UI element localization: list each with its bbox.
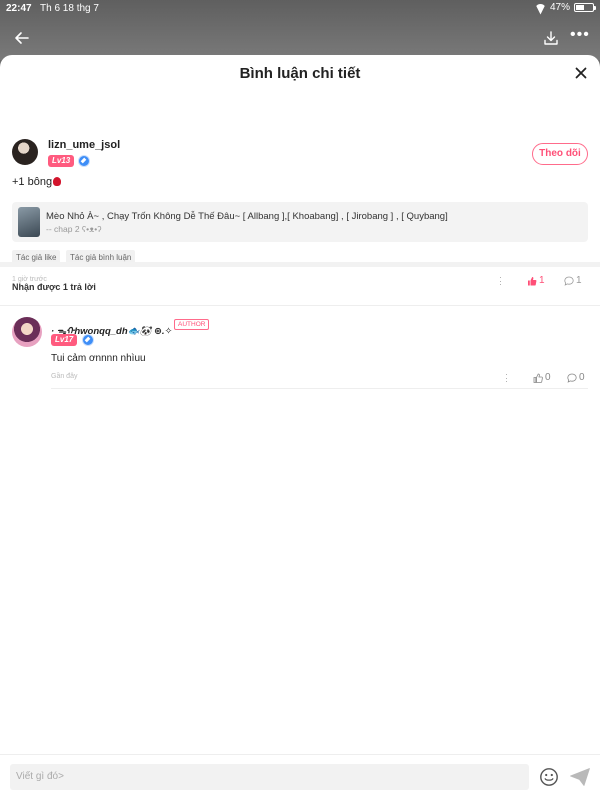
avatar[interactable] [12, 139, 38, 165]
close-icon[interactable] [574, 66, 588, 80]
story-chapter: -- chap 2 ʕ•ᴥ•ʔ [46, 224, 102, 234]
download-icon[interactable] [542, 29, 560, 47]
reply-icon[interactable] [564, 276, 574, 286]
reply-thumbs-up-icon[interactable] [533, 373, 543, 383]
author-badge: AUTHOR [174, 319, 210, 330]
status-date: Th 6 18 thg 7 [40, 3, 99, 14]
comment-text: +1 bông [12, 176, 62, 188]
reply-meta-row: Gần đây 0 0 [51, 372, 588, 385]
reply-text: Tui cảm ơnnnn nhìuu [51, 353, 146, 364]
sheet-header: Bình luận chi tiết [0, 55, 600, 91]
send-icon[interactable] [569, 767, 591, 787]
sheet-title: Bình luận chi tiết [239, 65, 361, 82]
battery-percent: 47% [549, 2, 570, 13]
reply-reply-icon[interactable] [567, 373, 577, 383]
story-card[interactable]: Mèo Nhỏ À~ , Chạy Trốn Không Dễ Thế Đâu~… [12, 202, 588, 242]
status-time: 22:47 [6, 3, 32, 14]
follow-button[interactable]: Theo dõi [532, 143, 588, 165]
reply-count: 1 [576, 275, 582, 286]
story-title: Mèo Nhỏ À~ , Chạy Trốn Không Dễ Thế Đâu~… [46, 211, 448, 222]
like-count: 1 [539, 275, 545, 286]
comment-input[interactable]: Viết gì đó> [10, 764, 529, 790]
section-divider [0, 262, 600, 267]
replies-count-heading: Nhận được 1 trả lời [12, 282, 96, 292]
background-toolbar: ••• [0, 26, 600, 50]
emoji-icon[interactable] [539, 767, 559, 787]
reply-timestamp: Gần đây [51, 373, 78, 380]
reply-more-vertical-icon[interactable] [505, 374, 508, 383]
level-badge: Lv13 [48, 155, 75, 167]
comment-detail-sheet: Bình luận chi tiết lizn_ume_jsol Lv13 Th… [0, 55, 600, 800]
rose-icon [53, 177, 62, 186]
battery-icon [574, 3, 596, 12]
diamond-icon [78, 155, 90, 167]
comment-user-name[interactable]: lizn_ume_jsol [48, 139, 120, 151]
comment-meta-row: 1 giờ trước 1 1 [12, 275, 588, 288]
comment-input-bar: Viết gì đó> [0, 754, 600, 800]
battery-fill [576, 5, 584, 10]
thumbs-up-icon[interactable] [527, 276, 537, 286]
reply-level-badge: Lv17 [51, 334, 78, 346]
reply-diamond-icon [82, 334, 94, 346]
story-cover-image [18, 207, 40, 237]
comment-text-content: +1 bông [12, 176, 53, 188]
more-options-icon[interactable]: ••• [570, 27, 590, 48]
reply-reply-count: 0 [579, 372, 585, 383]
more-vertical-icon[interactable] [499, 277, 502, 286]
status-bar: 22:47 Th 6 18 thg 7 47% [0, 0, 600, 18]
wifi-icon [535, 4, 546, 12]
back-arrow-icon[interactable] [12, 28, 32, 48]
reply-divider [51, 388, 588, 389]
reply-like-count: 0 [545, 372, 551, 383]
divider [0, 305, 600, 306]
reply-avatar[interactable] [12, 317, 42, 347]
